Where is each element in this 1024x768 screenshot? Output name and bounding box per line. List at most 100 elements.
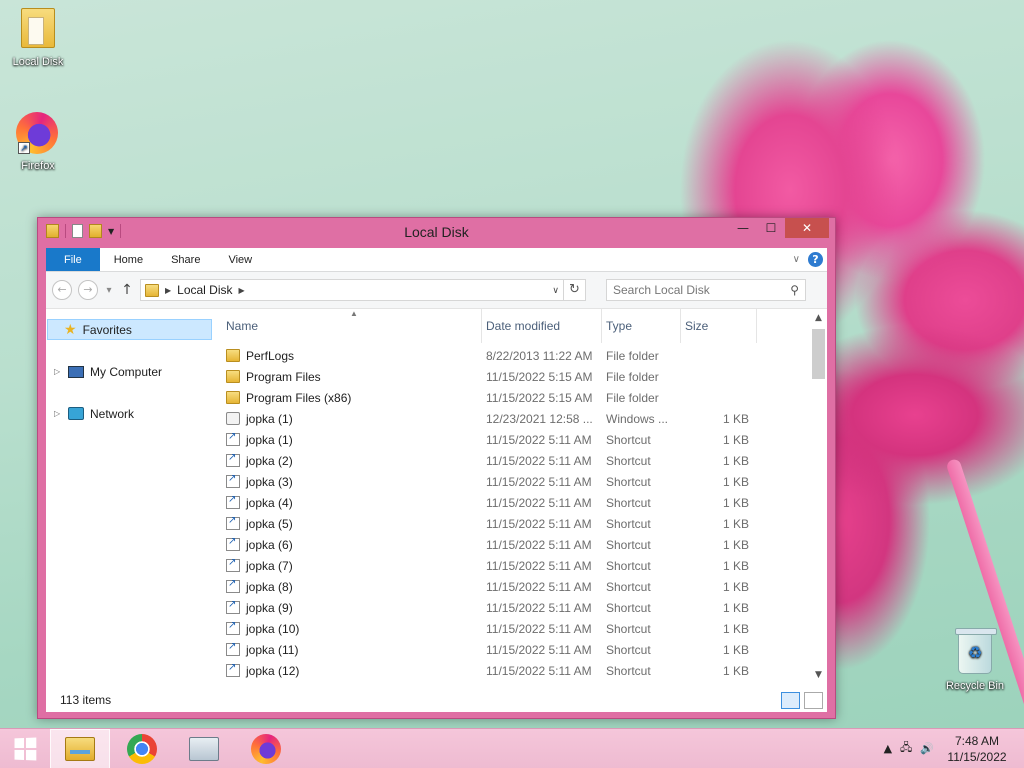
shortcut-icon [226,473,240,488]
task-monitor-icon [189,736,219,761]
table-row[interactable]: jopka (7) 11/15/2022 5:11 AM Shortcut 1 KB [222,555,827,576]
window-controls: — ☐ ✕ [729,218,829,238]
file-type: Shortcut [606,663,651,678]
network-status-icon[interactable]: 🖧 [900,739,912,758]
file-name: jopka (1) [246,432,293,447]
file-date: 11/15/2022 5:11 AM [486,474,592,489]
file-name-cell: PerfLogs [222,349,482,363]
file-type: Shortcut [606,642,651,657]
taskbar-chrome[interactable] [112,729,172,768]
file-type: Shortcut [606,432,651,447]
maximize-button[interactable]: ☐ [757,218,785,238]
title-bar[interactable]: ▼ Local Disk — ☐ ✕ [38,218,835,245]
large-icons-view-button[interactable] [804,691,823,709]
file-date: 11/15/2022 5:11 AM [486,453,592,468]
tab-view[interactable]: View [214,248,266,271]
expand-icon[interactable]: ▷ [54,367,62,376]
table-row[interactable]: jopka (9) 11/15/2022 5:11 AM Shortcut 1 KB [222,597,827,618]
file-size: 1 KB [722,474,749,489]
file-size: 1 KB [722,432,749,447]
file-size: 1 KB [722,516,749,531]
up-button[interactable]: ↑ [120,282,134,298]
nav-item-favorites[interactable]: ★ Favorites [47,319,212,340]
file-name: jopka (10) [246,621,300,636]
tab-file[interactable]: File [46,248,100,271]
show-hidden-icons-icon[interactable]: ▲ [884,742,892,755]
details-view-button[interactable] [781,691,800,709]
file-name-cell: jopka (5) [222,515,482,531]
breadcrumb-separator-icon[interactable]: ▶ [165,286,171,295]
file-date: 11/15/2022 5:11 AM [486,558,592,573]
volume-icon[interactable]: 🔊 [920,742,934,755]
explorer-window: ▼ Local Disk — ☐ ✕ File Home Share View … [37,217,836,719]
address-bar[interactable]: ▶ Local Disk ▶ ∨ [140,279,564,301]
taskbar-file-explorer[interactable] [50,728,110,768]
tab-share[interactable]: Share [157,248,214,271]
desktop-icon-local-disk[interactable]: Local Disk [0,6,76,68]
folder-icon [16,8,60,52]
file-date: 11/15/2022 5:15 AM [486,390,593,405]
file-name: jopka (6) [246,537,293,552]
column-header-date[interactable]: Date modified [482,309,602,343]
table-row[interactable]: jopka (2) 11/15/2022 5:11 AM Shortcut 1 KB [222,450,827,471]
folder-icon [145,283,159,297]
table-row[interactable]: jopka (12) 11/15/2022 5:11 AM Shortcut 1 KB [222,660,827,681]
table-row[interactable]: Program Files (x86) 11/15/2022 5:15 AM Fil… [222,387,827,408]
table-row[interactable]: jopka (8) 11/15/2022 5:11 AM Shortcut 1 KB [222,576,827,597]
start-button[interactable] [0,729,50,768]
file-name: jopka (1) [246,411,293,426]
table-row[interactable]: Program Files 11/15/2022 5:15 AM File fold… [222,366,827,387]
help-icon[interactable]: ? [808,252,823,267]
scroll-up-icon[interactable]: ▲ [810,313,827,329]
table-row[interactable]: jopka (4) 11/15/2022 5:11 AM Shortcut 1 KB [222,492,827,513]
vertical-scrollbar[interactable]: ▲ ▼ [810,313,827,688]
file-name-cell: jopka (1) [222,412,482,426]
recent-locations-icon[interactable]: ▾ [104,285,114,296]
navigation-pane: ★ Favorites ▷ My Computer ▷ Network [46,309,212,688]
expand-ribbon-icon[interactable]: ∨ [793,254,800,265]
shortcut-icon [226,662,240,677]
table-row[interactable]: PerfLogs 8/22/2013 11:22 AM File folder [222,345,827,366]
table-row[interactable]: jopka (1) 12/23/2021 12:58 ... Windows ...… [222,408,827,429]
column-header-size[interactable]: Size [681,309,757,343]
file-size: 1 KB [722,411,749,426]
expand-icon[interactable]: ▷ [54,409,62,418]
breadcrumb-local-disk[interactable]: Local Disk [177,283,232,297]
search-icon[interactable]: ⚲ [790,283,799,297]
ribbon-tabs: File Home Share View ∨ ? [46,248,827,272]
scroll-down-icon[interactable]: ▼ [810,670,827,686]
scrollbar-thumb[interactable] [812,329,825,379]
file-date: 11/15/2022 5:11 AM [486,537,592,552]
column-header-type[interactable]: Type [602,309,681,343]
tab-home[interactable]: Home [100,248,157,271]
search-input[interactable]: Search Local Disk ⚲ [606,279,806,301]
status-bar: 113 items [46,688,827,712]
clock[interactable]: 7:48 AM 11/15/2022 [942,733,1012,765]
table-row[interactable]: jopka (1) 11/15/2022 5:11 AM Shortcut 1 KB [222,429,827,450]
file-size: 1 KB [722,621,749,636]
close-button[interactable]: ✕ [785,218,829,238]
address-dropdown-icon[interactable]: ∨ [552,285,559,296]
folder-icon [226,349,240,362]
table-row[interactable]: jopka (5) 11/15/2022 5:11 AM Shortcut 1 KB [222,513,827,534]
nav-item-my-computer[interactable]: ▷ My Computer [46,361,212,382]
forward-button[interactable]: → [78,280,98,300]
desktop-icon-recycle-bin[interactable]: Recycle Bin [937,628,1013,692]
back-button[interactable]: ← [52,280,72,300]
table-row[interactable]: jopka (11) 11/15/2022 5:11 AM Shortcut 1 KB [222,639,827,660]
desktop-icon-label: Local Disk [12,56,64,68]
breadcrumb-separator-icon[interactable]: ▶ [239,286,245,295]
file-name: jopka (11) [246,642,299,657]
shortcut-icon [226,536,240,551]
desktop-icon-firefox[interactable]: ↗ Firefox [0,112,76,172]
table-row[interactable]: jopka (13)11/15/2022 5:11 AMShortcut1 KB [222,681,827,683]
minimize-button[interactable]: — [729,218,757,238]
table-row[interactable]: jopka (10) 11/15/2022 5:11 AM Shortcut 1 KB [222,618,827,639]
table-row[interactable]: jopka (6) 11/15/2022 5:11 AM Shortcut 1 KB [222,534,827,555]
navigation-bar: ← → ▾ ↑ ▶ Local Disk ▶ ∨ ↻ Search Local … [46,272,827,309]
nav-item-network[interactable]: ▷ Network [46,403,212,424]
refresh-button[interactable]: ↻ [564,279,586,301]
taskbar-firefox[interactable] [236,729,296,768]
taskbar-task-monitor[interactable] [174,729,234,768]
table-row[interactable]: jopka (3) 11/15/2022 5:11 AM Shortcut 1 KB [222,471,827,492]
